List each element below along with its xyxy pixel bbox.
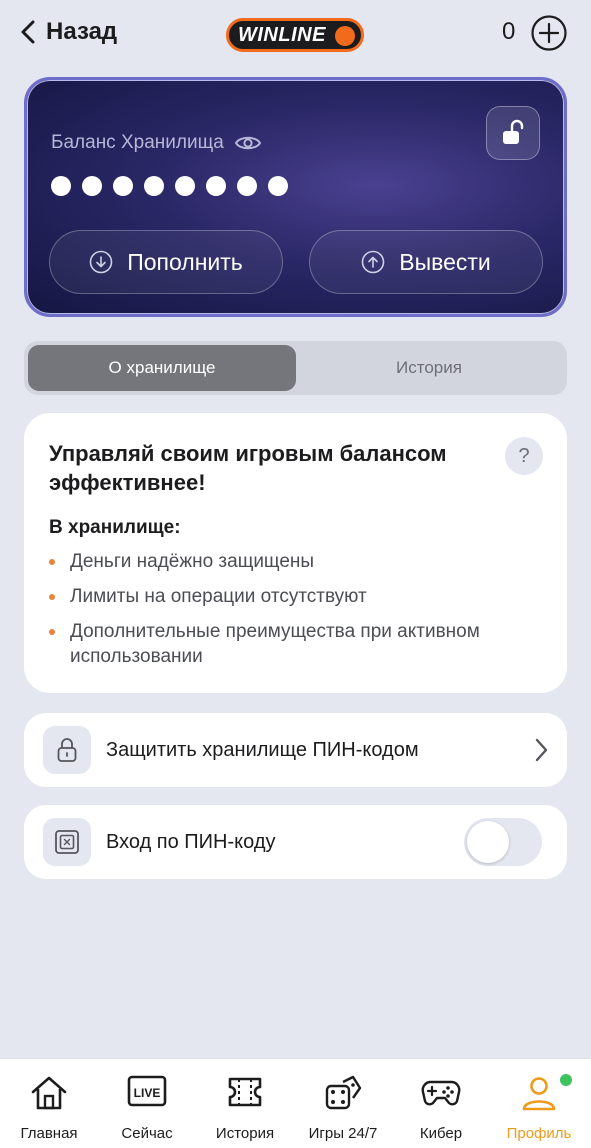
list-item: Лимиты на операции отсутствуют bbox=[49, 584, 549, 609]
question-icon: ? bbox=[518, 444, 530, 467]
back-button[interactable]: Назад bbox=[20, 14, 117, 50]
safe-icon-tile bbox=[43, 818, 91, 866]
notification-dot bbox=[560, 1074, 572, 1086]
vault-balance-card: Баланс Хранилища Пополнить Вывести bbox=[24, 77, 567, 317]
nav-cyber[interactable]: Кибер bbox=[392, 1059, 490, 1148]
nav-label: Сейчас bbox=[121, 1125, 173, 1142]
benefit-text: Деньги надёжно защищены bbox=[70, 551, 315, 572]
lock-icon bbox=[57, 738, 77, 762]
vault-title: Баланс Хранилища bbox=[51, 132, 224, 153]
back-label: Назад bbox=[46, 18, 118, 45]
info-subtitle: В хранилище: bbox=[49, 517, 181, 538]
chevron-right-icon bbox=[535, 738, 548, 762]
balance-counter: 0 bbox=[502, 18, 516, 45]
live-icon-text: LIVE bbox=[134, 1086, 161, 1100]
masked-digit-dot bbox=[206, 176, 226, 196]
home-icon bbox=[31, 1076, 67, 1110]
info-title: Управляй своим игровым балансом эффектив… bbox=[49, 441, 447, 495]
help-button[interactable]: ? bbox=[505, 437, 543, 475]
chevron-left-icon bbox=[21, 20, 35, 44]
masked-digit-dot bbox=[113, 176, 133, 196]
nav-games[interactable]: Игры 24/7 bbox=[294, 1059, 392, 1148]
bullet-dot bbox=[49, 559, 55, 565]
header: Назад WINLINE 0 bbox=[0, 0, 591, 66]
eye-icon[interactable] bbox=[234, 134, 262, 152]
nav-profile[interactable]: Профиль bbox=[490, 1059, 588, 1148]
tab-about-vault[interactable]: О хранилище bbox=[28, 345, 296, 391]
pin-protect-label: Защитить хранилище ПИН-кодом bbox=[106, 738, 419, 761]
masked-digit-dot bbox=[144, 176, 164, 196]
benefit-text: Лимиты на операции отсутствуют bbox=[70, 586, 367, 607]
nav-label: Кибер bbox=[419, 1125, 463, 1142]
pin-login-toggle[interactable] bbox=[464, 818, 542, 866]
vault-info-card: Управляй своим игровым балансом эффектив… bbox=[24, 413, 567, 693]
add-circle-icon[interactable] bbox=[530, 14, 568, 52]
dice-icon bbox=[325, 1075, 362, 1110]
safe-icon bbox=[55, 830, 79, 854]
profile-icon bbox=[522, 1077, 556, 1111]
withdraw-button[interactable]: Вывести bbox=[309, 230, 543, 294]
masked-balance bbox=[51, 176, 288, 196]
live-icon: LIVE bbox=[127, 1075, 167, 1107]
benefits-list: Деньги надёжно защищены Лимиты на операц… bbox=[49, 549, 549, 679]
bullet-dot bbox=[49, 594, 55, 600]
nav-live[interactable]: LIVE Сейчас bbox=[98, 1059, 196, 1148]
deposit-button[interactable]: Пополнить bbox=[49, 230, 283, 294]
nav-label: История bbox=[215, 1125, 275, 1142]
list-item: Дополнительные преимущества при активном… bbox=[49, 619, 549, 669]
masked-digit-dot bbox=[82, 176, 102, 196]
unlock-icon bbox=[503, 119, 524, 144]
nav-label: Игры 24/7 bbox=[308, 1125, 378, 1142]
bottom-navigation: Главная LIVE Сейчас История Игры 24/7 Ки… bbox=[0, 1058, 591, 1148]
nav-history[interactable]: История bbox=[196, 1059, 294, 1148]
masked-digit-dot bbox=[51, 176, 71, 196]
deposit-label: Пополнить bbox=[127, 248, 243, 275]
nav-home[interactable]: Главная bbox=[0, 1059, 98, 1148]
pin-login-label: Вход по ПИН-коду bbox=[106, 830, 276, 853]
pin-protect-row[interactable]: Защитить хранилище ПИН-кодом bbox=[24, 713, 567, 787]
gamepad-icon bbox=[421, 1080, 461, 1106]
winline-logo: WINLINE bbox=[226, 18, 364, 52]
masked-digit-dot bbox=[268, 176, 288, 196]
vault-tabs: О хранилище История bbox=[24, 341, 567, 395]
logo-dot bbox=[335, 26, 355, 46]
toggle-knob bbox=[467, 821, 509, 863]
pin-login-row: Вход по ПИН-коду bbox=[24, 805, 567, 879]
tab-history[interactable]: История bbox=[295, 345, 563, 391]
lock-icon-tile bbox=[43, 726, 91, 774]
masked-digit-dot bbox=[237, 176, 257, 196]
nav-label: Главная bbox=[20, 1125, 78, 1142]
arrow-up-circle-icon bbox=[361, 250, 385, 274]
nav-label: Профиль bbox=[506, 1125, 572, 1142]
list-item: Деньги надёжно защищены bbox=[49, 549, 549, 574]
benefit-text: Дополнительные преимущества при активном… bbox=[70, 621, 480, 667]
unlock-button[interactable] bbox=[486, 106, 540, 160]
bullet-dot bbox=[49, 629, 55, 635]
masked-digit-dot bbox=[175, 176, 195, 196]
arrow-down-circle-icon bbox=[89, 250, 113, 274]
withdraw-label: Вывести bbox=[399, 248, 491, 275]
ticket-icon bbox=[228, 1077, 262, 1107]
vault-title-row: Баланс Хранилища bbox=[51, 132, 262, 154]
logo-text: WINLINE bbox=[238, 23, 326, 46]
